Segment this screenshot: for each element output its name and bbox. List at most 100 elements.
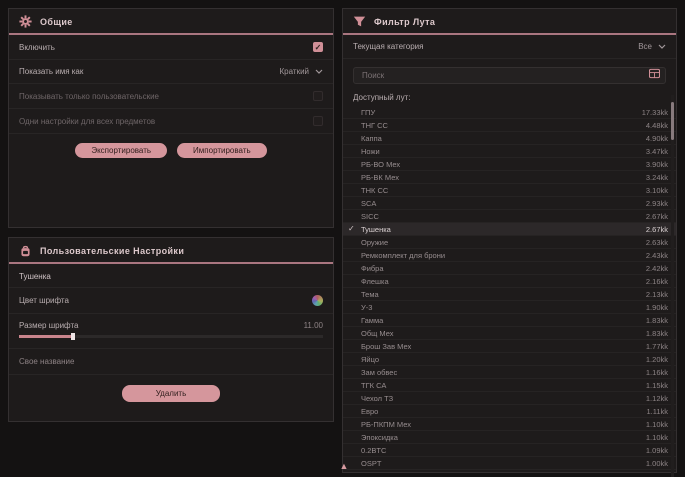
loot-item-row[interactable]: ✓ Чехол ТЗ 1.12kk [343,392,676,405]
custom-settings-panel: Пользовательские Настройки Тушенка Цвет … [8,237,334,422]
slider-thumb[interactable] [71,333,75,340]
loot-item-row[interactable]: ✓ Флешка 2.16kk [343,275,676,288]
loot-item-value: 2.43kk [646,251,668,260]
loot-item-row[interactable]: ✓ Фибра 2.42kk [343,262,676,275]
loot-item-name: 0.2BTC [361,446,386,455]
loot-item-value: 3.24kk [646,173,668,182]
loot-item-row[interactable]: ✓ У-3 1.90kk [343,301,676,314]
loot-item-value: 1.09kk [646,446,668,455]
loot-list-scrollbar[interactable] [671,95,674,477]
loot-item-row[interactable]: ✓ Эпоксидка 1.10kk [343,431,676,444]
loot-item-name: Брош Зав Мех [361,342,411,351]
general-settings-panel: Общие Включить ✓ Показать имя как Кратки… [8,8,334,228]
loot-item-name: Ножи [361,147,380,156]
category-select[interactable]: Все [638,42,666,51]
loot-item-row[interactable]: ✓ ТГК СА 1.15kk [343,379,676,392]
loot-item-row[interactable]: ✓ Каппа 4.90kk [343,132,676,145]
name-display-label: Показать имя как [19,67,83,76]
gear-icon [19,15,32,28]
chevron-down-icon [315,69,323,74]
loot-item-row[interactable]: ✓ Тема 2.13kk [343,288,676,301]
custom-name-input[interactable] [9,349,333,375]
backpack-icon [19,244,32,257]
loot-item-value: 17.33kk [642,108,668,117]
only-custom-row: Показывать только пользовательские [9,84,333,109]
delete-row: Удалить [9,375,333,412]
loot-item-value: 4.48kk [646,121,668,130]
font-size-row: Размер шрифта 11.00 [9,314,333,349]
general-panel-header: Общие [9,9,333,35]
loot-item-row[interactable]: ✓ Ремкомплект для брони 2.43kk [343,249,676,262]
loot-item-row[interactable]: ✓ Оружие 2.63kk [343,236,676,249]
loot-item-row[interactable]: ✓ Евро 1.11kk [343,405,676,418]
loot-item-row[interactable]: ✓ РБ-ВК Мех 3.24kk [343,171,676,184]
search-options-icon[interactable] [649,68,660,79]
loot-item-row[interactable]: ✓ ТНГ СС 4.48kk [343,119,676,132]
loot-item-name: РБ-ПКПМ Мех [361,420,411,429]
loot-item-row[interactable]: ✓ Яйцо 1.20kk [343,353,676,366]
loot-item-name: Тема [361,290,379,299]
loot-item-name: Яйцо [361,355,379,364]
loot-item-row[interactable]: ✓ Общ Мех 1.83kk [343,327,676,340]
font-color-label: Цвет шрифта [19,296,69,305]
loot-item-row[interactable]: ✓ Тушенка 2.67kk [343,223,676,236]
font-size-slider[interactable] [19,335,323,338]
color-wheel-icon[interactable] [312,295,323,306]
loot-item-value: 1.16kk [646,368,668,377]
loot-item-name: Чехол ТЗ [361,394,393,403]
slider-fill [19,335,71,338]
import-button[interactable]: Импортировать [177,143,267,158]
loot-item-name: OSPT [361,459,381,468]
loot-item-value: 1.90kk [646,303,668,312]
loot-item-name: ГПУ [361,108,375,117]
enable-checkbox[interactable]: ✓ [313,42,323,52]
loot-item-name: Общ Мех [361,329,393,338]
loot-item-name: ТНГ СС [361,121,388,130]
loot-item-row[interactable]: ✓ ГПУ 17.33kk [343,106,676,119]
one-setting-checkbox[interactable] [313,116,323,126]
loot-item-row[interactable]: ✓ 0.2BTC 1.09kk [343,444,676,457]
loot-item-name: Эпоксидка [361,433,398,442]
loot-item-row[interactable]: ✓ OSPT 1.00kk [343,457,676,470]
loot-item-name: ТГК СА [361,381,386,390]
loot-item-row[interactable]: ✓ Гамма 1.83kk [343,314,676,327]
loot-item-value: 1.10kk [646,420,668,429]
loot-item-name: РБ-ВК Мех [361,173,399,182]
loot-item-row[interactable]: ✓ ТНК СС 3.10kk [343,184,676,197]
loot-list: ✓ ГПУ 17.33kk ✓ ТНГ СС 4.48kk ✓ Каппа 4.… [343,106,676,470]
filter-panel-header: Фильтр Лута [343,9,676,35]
loot-item-row[interactable]: ✓ SICC 2.67kk [343,210,676,223]
export-button[interactable]: Экспортировать [75,143,167,158]
loot-item-value: 1.11kk [646,407,668,416]
category-row: Текущая категория Все [343,35,676,59]
filter-panel-title: Фильтр Лута [374,17,435,27]
loot-item-value: 1.20kk [646,355,668,364]
loot-item-value: 1.77kk [646,342,668,351]
category-label: Текущая категория [353,42,423,51]
loot-item-name: Оружие [361,238,388,247]
font-size-label: Размер шрифта [19,321,78,330]
loot-item-row[interactable]: ✓ РБ-ПКПМ Мех 1.10kk [343,418,676,431]
loot-item-row[interactable]: ✓ РБ-ВО Мех 3.90kk [343,158,676,171]
loot-item-value: 2.13kk [646,290,668,299]
delete-button[interactable]: Удалить [122,385,221,402]
enable-row: Включить ✓ [9,35,333,60]
loot-item-name: Гамма [361,316,383,325]
loot-item-name: Каппа [361,134,382,143]
loot-item-value: 3.90kk [646,160,668,169]
resize-handle-icon[interactable]: ▲ [338,462,350,471]
selected-item-name: Тушенка [9,264,333,288]
loot-item-row[interactable]: ✓ Брош Зав Мех 1.77kk [343,340,676,353]
loot-item-row[interactable]: ✓ Ножи 3.47kk [343,145,676,158]
loot-item-row[interactable]: ✓ SCA 2.93kk [343,197,676,210]
scrollbar-thumb[interactable] [671,102,674,140]
loot-item-value: 2.63kk [646,238,668,247]
loot-item-name: Евро [361,407,378,416]
name-display-select[interactable]: Краткий [280,67,323,76]
enable-label: Включить [19,43,55,52]
search-input[interactable] [353,67,666,84]
only-custom-checkbox[interactable] [313,91,323,101]
loot-item-value: 2.93kk [646,199,668,208]
loot-item-row[interactable]: ✓ Зам обвес 1.16kk [343,366,676,379]
font-color-row[interactable]: Цвет шрифта [9,288,333,314]
